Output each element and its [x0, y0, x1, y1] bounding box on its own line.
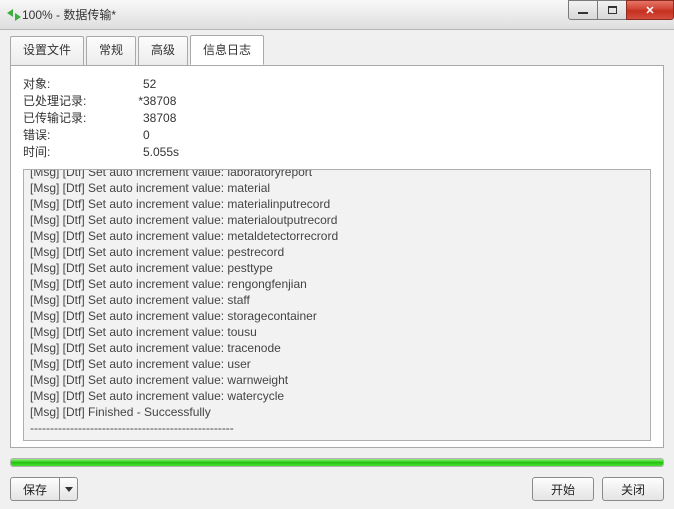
- save-button-group: 保存: [10, 477, 78, 501]
- log-line: [Msg] [Dtf] Set auto increment value: st…: [30, 292, 644, 308]
- close-icon: ✕: [645, 4, 654, 17]
- processed-number: 38708: [143, 94, 176, 108]
- log-line: [Msg] [Dtf] Set auto increment value: me…: [30, 228, 644, 244]
- window-controls: ✕: [569, 0, 674, 29]
- tab-advanced[interactable]: 高级: [138, 36, 188, 66]
- processed-prefix: *: [134, 93, 143, 110]
- transferred-value: 38708: [143, 110, 176, 127]
- minimize-icon: [578, 12, 588, 14]
- processed-label: 已处理记录:: [23, 93, 143, 110]
- errors-label: 错误:: [23, 127, 143, 144]
- log-line: [Msg] [Dtf] Set auto increment value: wa…: [30, 372, 644, 388]
- start-button[interactable]: 开始: [532, 477, 594, 501]
- tab-config-file[interactable]: 设置文件: [10, 36, 84, 66]
- tab-strip: 设置文件 常规 高级 信息日志: [10, 35, 664, 65]
- app-icon: [6, 7, 22, 23]
- tab-panel-info-log: 对象: 52 已处理记录: *38708 已传输记录: 38708 错误: 0 …: [10, 65, 664, 448]
- log-line: [Msg] [Dtf] Set auto increment value: wa…: [30, 388, 644, 404]
- log-line: [Msg] [Dtf] Set auto increment value: re…: [30, 276, 644, 292]
- minimize-button[interactable]: [568, 0, 598, 20]
- log-line: [Msg] [Dtf] Set auto increment value: to…: [30, 324, 644, 340]
- log-separator: ----------------------------------------…: [30, 420, 644, 436]
- log-line: [Msg] [Dtf] Set auto increment value: tr…: [30, 340, 644, 356]
- maximize-button[interactable]: [597, 0, 627, 20]
- object-label: 对象:: [23, 76, 143, 93]
- title-bar: 100% - 数据传输* ✕: [0, 0, 674, 30]
- progress-bar: [10, 458, 664, 467]
- tab-general[interactable]: 常规: [86, 36, 136, 66]
- log-line: [Msg] [Dtf] Set auto increment value: pe…: [30, 260, 644, 276]
- transferred-label: 已传输记录:: [23, 110, 143, 127]
- log-line-finished: [Msg] [Dtf] Finished - Successfully: [30, 404, 644, 420]
- button-row: 保存 开始 关闭: [10, 477, 664, 501]
- log-line: [Msg] [Dtf] Set auto increment value: la…: [30, 169, 644, 180]
- save-button[interactable]: 保存: [10, 477, 60, 501]
- close-button[interactable]: 关闭: [602, 477, 664, 501]
- object-value: 52: [143, 76, 156, 93]
- log-line: [Msg] [Dtf] Set auto increment value: ma…: [30, 212, 644, 228]
- time-label: 时间:: [23, 144, 143, 161]
- errors-value: 0: [143, 127, 150, 144]
- close-window-button[interactable]: ✕: [626, 0, 674, 20]
- client-area: 设置文件 常规 高级 信息日志 对象: 52 已处理记录: *38708 已传输…: [0, 30, 674, 509]
- summary-table: 对象: 52 已处理记录: *38708 已传输记录: 38708 错误: 0 …: [23, 76, 651, 161]
- processed-value: *38708: [143, 93, 176, 110]
- log-line: [Msg] [Dtf] Set auto increment value: us…: [30, 356, 644, 372]
- progress-fill: [11, 459, 663, 466]
- window-title: 100% - 数据传输*: [22, 6, 569, 23]
- log-textarea[interactable]: [Msg] [Dtf] Set auto increment value: kn…: [23, 169, 651, 441]
- tab-info-log[interactable]: 信息日志: [190, 35, 264, 65]
- log-line: [Msg] [Dtf] Set auto increment value: ma…: [30, 196, 644, 212]
- log-line: [Msg] [Dtf] Set auto increment value: ma…: [30, 180, 644, 196]
- time-value: 5.055s: [143, 144, 179, 161]
- log-line: [Msg] [Dtf] Set auto increment value: st…: [30, 308, 644, 324]
- log-line: [Msg] [Dtf] Set auto increment value: pe…: [30, 244, 644, 260]
- maximize-icon: [608, 6, 617, 14]
- save-dropdown-button[interactable]: [60, 477, 78, 501]
- chevron-down-icon: [65, 487, 73, 492]
